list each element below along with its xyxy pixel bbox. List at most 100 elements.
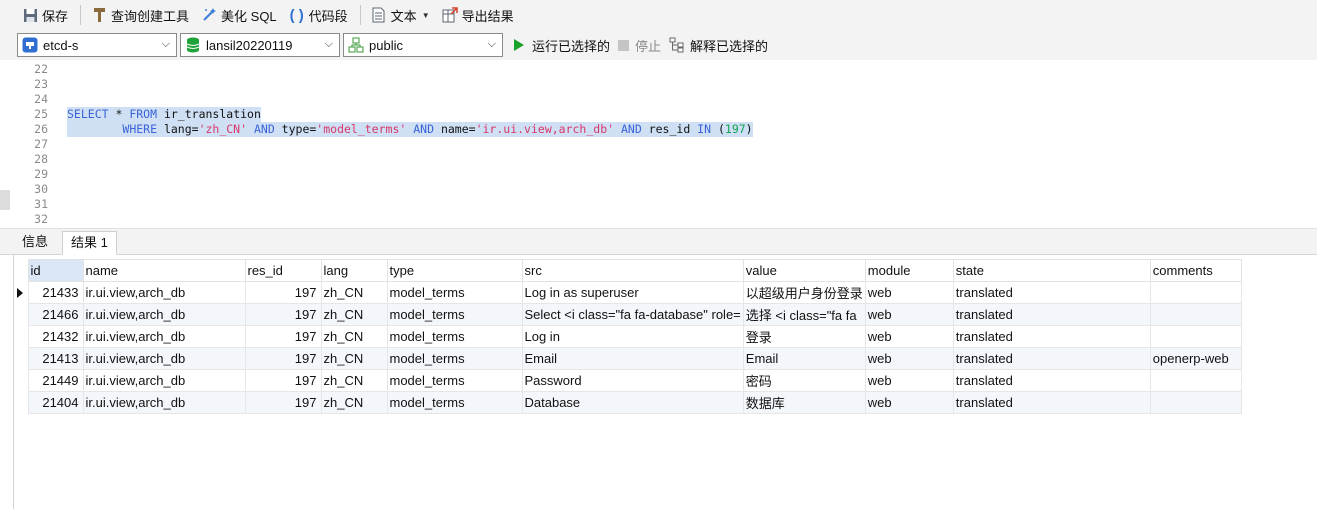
cell-lang[interactable]: zh_CN bbox=[320, 281, 388, 304]
cell-type[interactable]: model_terms bbox=[386, 369, 523, 392]
column-header-id[interactable]: id bbox=[27, 259, 84, 282]
column-header-value[interactable]: value bbox=[742, 259, 866, 282]
cell-name[interactable]: ir.ui.view,arch_db bbox=[82, 391, 246, 414]
cell-id[interactable]: 21432 bbox=[27, 325, 84, 348]
cell-module[interactable]: web bbox=[864, 303, 954, 326]
column-header-comments[interactable]: comments bbox=[1149, 259, 1242, 282]
sql-editor[interactable]: 22 23 24 25 SELECT * FROM ir_translation… bbox=[0, 60, 1317, 228]
column-header-state[interactable]: state bbox=[952, 259, 1151, 282]
tab-result-1[interactable]: 结果 1 bbox=[62, 231, 117, 255]
cell-comments[interactable] bbox=[1149, 369, 1242, 392]
tab-info[interactable]: 信息 bbox=[14, 231, 56, 255]
schema-select[interactable]: public ⌵ bbox=[343, 33, 503, 57]
cell-type[interactable]: model_terms bbox=[386, 325, 523, 348]
cell-src[interactable]: Password bbox=[521, 369, 744, 392]
cell-state[interactable]: translated bbox=[952, 347, 1151, 370]
export-results-button[interactable]: 导出结果 bbox=[438, 3, 518, 27]
cell-state[interactable]: translated bbox=[952, 325, 1151, 348]
cell-value[interactable]: 以超级用户身份登录 bbox=[742, 281, 866, 304]
run-selected-button[interactable]: 运行已选择的 bbox=[514, 36, 610, 55]
code-snippet-button[interactable]: ( ) 代码段 bbox=[285, 3, 352, 27]
cell-state[interactable]: translated bbox=[952, 281, 1151, 304]
cell-id[interactable]: 21413 bbox=[27, 347, 84, 370]
cell-id[interactable]: 21433 bbox=[27, 281, 84, 304]
cell-type[interactable]: model_terms bbox=[386, 281, 523, 304]
cell-state[interactable]: translated bbox=[952, 391, 1151, 414]
cell-res_id[interactable]: 197 bbox=[244, 325, 322, 348]
cell-res_id[interactable]: 197 bbox=[244, 391, 322, 414]
table-row[interactable]: 21433 ir.ui.view,arch_db 197 zh_CN model_ter… bbox=[14, 281, 1242, 304]
cell-name[interactable]: ir.ui.view,arch_db bbox=[82, 325, 246, 348]
cell-state[interactable]: translated bbox=[952, 369, 1151, 392]
cell-lang[interactable]: zh_CN bbox=[320, 303, 388, 326]
save-button[interactable]: 保存 bbox=[18, 3, 72, 27]
cell-src[interactable]: Log in bbox=[521, 325, 744, 348]
cell-module[interactable]: web bbox=[864, 325, 954, 348]
row-marker[interactable] bbox=[14, 369, 28, 392]
column-header-lang[interactable]: lang bbox=[320, 259, 388, 282]
cell-lang[interactable]: zh_CN bbox=[320, 391, 388, 414]
cell-module[interactable]: web bbox=[864, 391, 954, 414]
column-header-src[interactable]: src bbox=[521, 259, 744, 282]
cell-type[interactable]: model_terms bbox=[386, 303, 523, 326]
cell-value[interactable]: 密码 bbox=[742, 369, 866, 392]
cell-res_id[interactable]: 197 bbox=[244, 369, 322, 392]
connection-select[interactable]: etcd-s ⌵ bbox=[17, 33, 177, 57]
column-header-module[interactable]: module bbox=[864, 259, 954, 282]
cell-src[interactable]: Select <i class="fa fa-database" role= bbox=[521, 303, 744, 326]
query-builder-button[interactable]: 查询创建工具 bbox=[87, 3, 193, 27]
cell-comments[interactable] bbox=[1149, 325, 1242, 348]
row-marker[interactable] bbox=[14, 347, 28, 370]
cell-value[interactable]: 数据库 bbox=[742, 391, 866, 414]
result-grid[interactable]: id name res_id lang type src value module state c… bbox=[13, 255, 1317, 509]
cell-type[interactable]: model_terms bbox=[386, 391, 523, 414]
text-mode-dropdown[interactable]: 文本 ▼ bbox=[367, 3, 434, 27]
cell-res_id[interactable]: 197 bbox=[244, 281, 322, 304]
column-header-type[interactable]: type bbox=[386, 259, 523, 282]
cell-comments[interactable]: openerp-web bbox=[1149, 347, 1242, 370]
cell-comments[interactable] bbox=[1149, 303, 1242, 326]
row-marker[interactable] bbox=[14, 391, 28, 414]
cell-src[interactable]: Email bbox=[521, 347, 744, 370]
cell-src[interactable]: Log in as superuser bbox=[521, 281, 744, 304]
cell-name[interactable]: ir.ui.view,arch_db bbox=[82, 369, 246, 392]
database-select[interactable]: lansil20220119 ⌵ bbox=[180, 33, 340, 57]
cell-src[interactable]: Database bbox=[521, 391, 744, 414]
table-row[interactable]: 21449 ir.ui.view,arch_db 197 zh_CN model_ter… bbox=[14, 369, 1242, 392]
table-row[interactable]: 21404 ir.ui.view,arch_db 197 zh_CN model_ter… bbox=[14, 391, 1242, 414]
cell-res_id[interactable]: 197 bbox=[244, 303, 322, 326]
splitter-handle[interactable] bbox=[0, 190, 10, 210]
cell-name[interactable]: ir.ui.view,arch_db bbox=[82, 281, 246, 304]
column-header-res_id[interactable]: res_id bbox=[244, 259, 322, 282]
cell-value[interactable]: 登录 bbox=[742, 325, 866, 348]
cell-id[interactable]: 21449 bbox=[27, 369, 84, 392]
row-marker[interactable] bbox=[14, 281, 28, 304]
cell-id[interactable]: 21466 bbox=[27, 303, 84, 326]
cell-lang[interactable]: zh_CN bbox=[320, 347, 388, 370]
column-header-name[interactable]: name bbox=[82, 259, 246, 282]
cell-res_id[interactable]: 197 bbox=[244, 347, 322, 370]
connection-value: etcd-s bbox=[43, 37, 79, 53]
stop-button[interactable]: 停止 bbox=[618, 36, 661, 55]
table-row[interactable]: 21466 ir.ui.view,arch_db 197 zh_CN model_ter… bbox=[14, 303, 1242, 326]
cell-module[interactable]: web bbox=[864, 369, 954, 392]
cell-comments[interactable] bbox=[1149, 391, 1242, 414]
row-marker[interactable] bbox=[14, 303, 28, 326]
cell-type[interactable]: model_terms bbox=[386, 347, 523, 370]
beautify-sql-button[interactable]: 美化 SQL bbox=[197, 3, 281, 27]
explain-selected-button[interactable]: 解释已选择的 bbox=[669, 36, 768, 55]
cell-lang[interactable]: zh_CN bbox=[320, 369, 388, 392]
cell-state[interactable]: translated bbox=[952, 303, 1151, 326]
table-row[interactable]: 21413 ir.ui.view,arch_db 197 zh_CN model_ter… bbox=[14, 347, 1242, 370]
cell-name[interactable]: ir.ui.view,arch_db bbox=[82, 303, 246, 326]
cell-name[interactable]: ir.ui.view,arch_db bbox=[82, 347, 246, 370]
cell-value[interactable]: 选择 <i class="fa fa bbox=[742, 303, 866, 326]
row-marker[interactable] bbox=[14, 325, 28, 348]
cell-id[interactable]: 21404 bbox=[27, 391, 84, 414]
cell-module[interactable]: web bbox=[864, 347, 954, 370]
table-row[interactable]: 21432 ir.ui.view,arch_db 197 zh_CN model_ter… bbox=[14, 325, 1242, 348]
cell-value[interactable]: Email bbox=[742, 347, 866, 370]
cell-comments[interactable] bbox=[1149, 281, 1242, 304]
cell-module[interactable]: web bbox=[864, 281, 954, 304]
cell-lang[interactable]: zh_CN bbox=[320, 325, 388, 348]
